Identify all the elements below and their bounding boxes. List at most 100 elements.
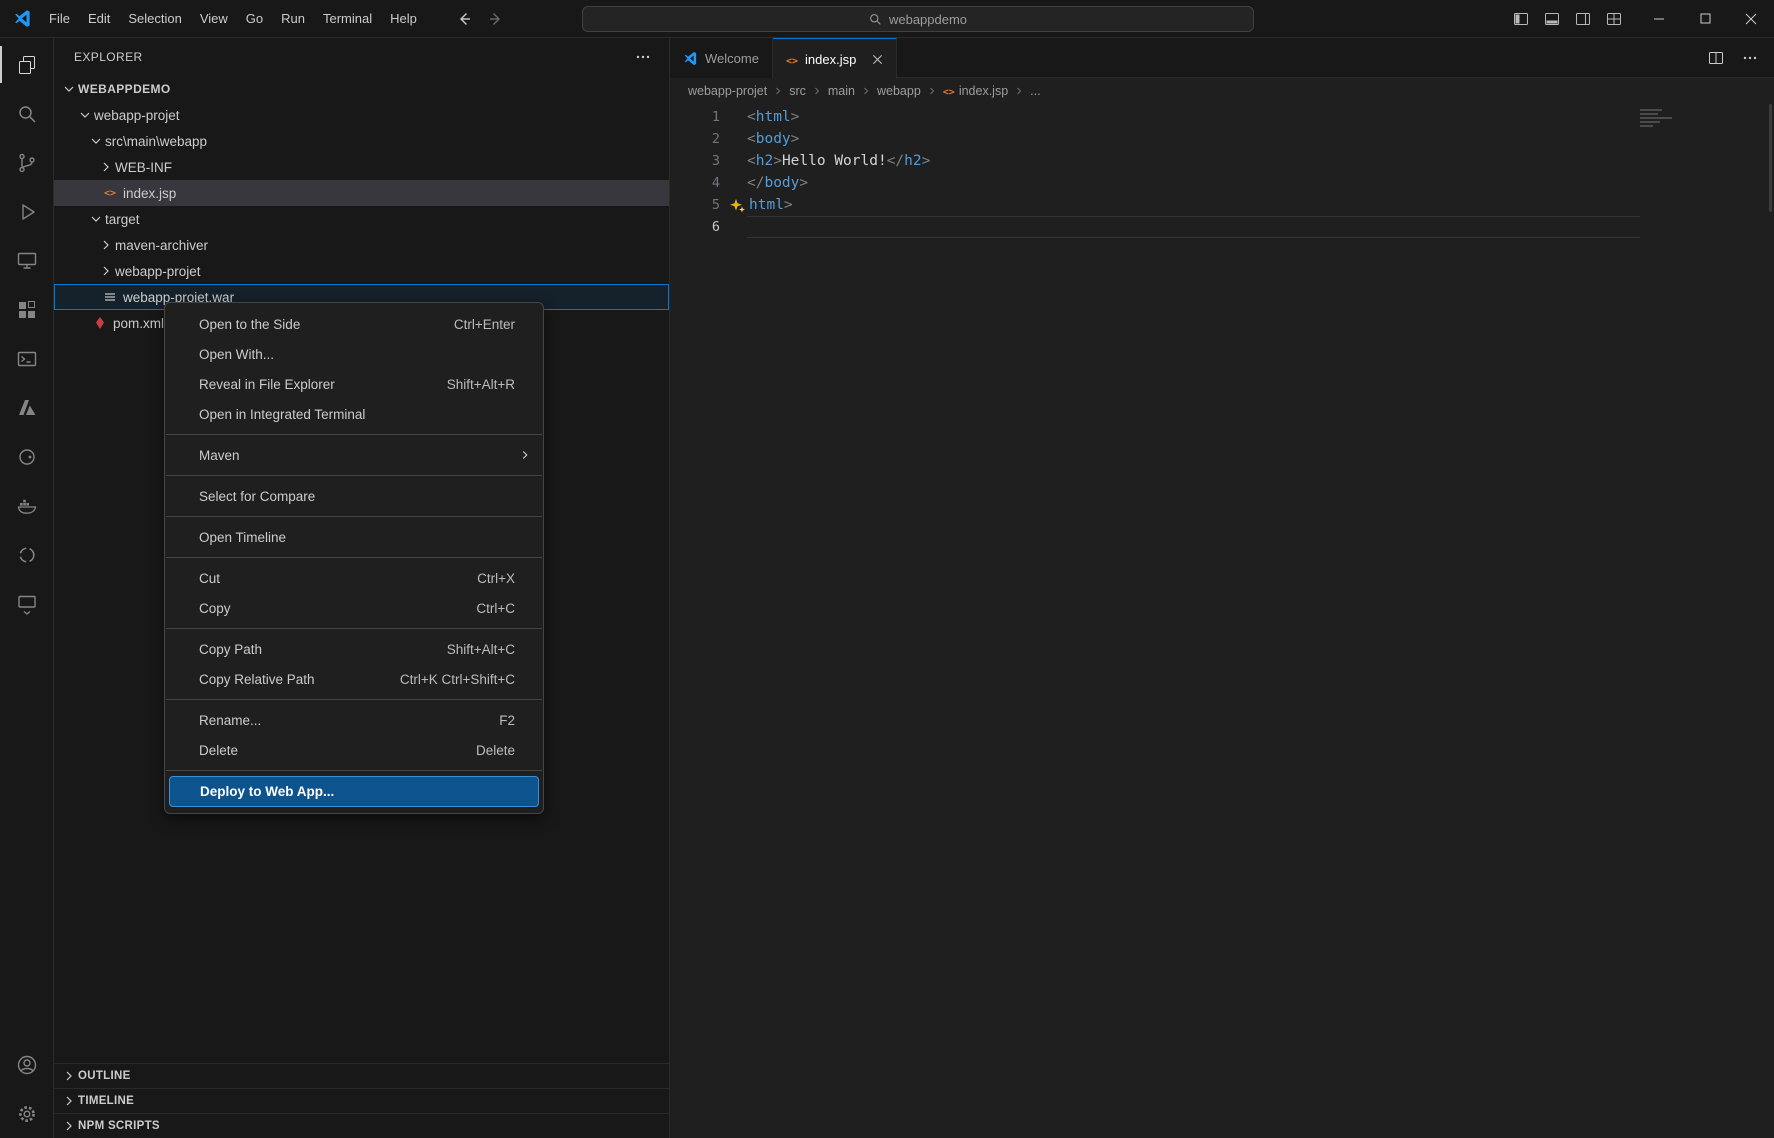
- menu-item-open-with[interactable]: Open With...: [165, 339, 543, 369]
- menu-view[interactable]: View: [191, 6, 237, 31]
- chevron-right-icon: [97, 263, 115, 279]
- tree-root-webappdemo[interactable]: WEBAPPDEMO: [54, 76, 669, 102]
- minimize-button[interactable]: [1636, 0, 1682, 38]
- docker-icon[interactable]: [0, 481, 54, 530]
- more-actions-icon[interactable]: [1742, 50, 1758, 66]
- menu-item-deploy-to-web-app[interactable]: Deploy to Web App...: [169, 776, 539, 807]
- accounts-icon[interactable]: [0, 1040, 54, 1089]
- minimap[interactable]: [1640, 109, 1672, 129]
- code-line-current[interactable]: 6: [670, 216, 1774, 238]
- search-view-icon[interactable]: [0, 89, 54, 138]
- menubar: File Edit Selection View Go Run Terminal…: [40, 6, 426, 31]
- copilot-sparkle-icon: [729, 197, 747, 214]
- tree-item-web-inf[interactable]: WEB-INF: [54, 154, 669, 180]
- close-button[interactable]: [1728, 0, 1774, 38]
- menu-item-copy[interactable]: Copy Ctrl+C: [165, 593, 543, 623]
- chevron-right-icon: [811, 85, 823, 97]
- breadcrumb-item[interactable]: ...: [1028, 84, 1042, 98]
- breadcrumb-item-file[interactable]: <> index.jsp: [941, 84, 1010, 98]
- menu-item-label: Copy: [199, 601, 231, 616]
- extensions-icon[interactable]: [0, 285, 54, 334]
- tab-welcome[interactable]: Welcome: [670, 38, 773, 78]
- menu-item-maven[interactable]: Maven: [165, 440, 543, 470]
- menu-terminal[interactable]: Terminal: [314, 6, 381, 31]
- menu-item-open-in-integrated-terminal[interactable]: Open in Integrated Terminal: [165, 399, 543, 429]
- forward-icon[interactable]: [488, 11, 504, 27]
- chevron-down-icon: [87, 211, 105, 227]
- menu-item-open-to-the-side[interactable]: Open to the Side Ctrl+Enter: [165, 309, 543, 339]
- code-line[interactable]: 2 <body>: [670, 128, 1774, 150]
- tree-item-label: WEB-INF: [115, 160, 172, 175]
- customize-layout-icon[interactable]: [1606, 11, 1622, 27]
- menu-item-delete[interactable]: Delete Delete: [165, 735, 543, 765]
- explorer-icon[interactable]: [0, 40, 54, 89]
- menu-item-shortcut: F2: [499, 713, 515, 728]
- chevron-down-icon: [60, 81, 78, 97]
- chevron-right-icon: [772, 85, 784, 97]
- menu-item-cut[interactable]: Cut Ctrl+X: [165, 563, 543, 593]
- tree-item-target[interactable]: target: [54, 206, 669, 232]
- code-line[interactable]: 3 <h2>Hello World!</h2>: [670, 150, 1774, 172]
- toggle-panel-icon[interactable]: [1544, 11, 1560, 27]
- menu-file[interactable]: File: [40, 6, 79, 31]
- section-label: TIMELINE: [78, 1095, 134, 1107]
- menu-item-reveal-in-file-explorer[interactable]: Reveal in File Explorer Shift+Alt+R: [165, 369, 543, 399]
- menu-item-shortcut: Shift+Alt+C: [447, 642, 515, 657]
- split-editor-icon[interactable]: [1708, 50, 1724, 66]
- menu-run[interactable]: Run: [272, 6, 314, 31]
- views-more-actions-icon[interactable]: [635, 49, 651, 65]
- menu-item-copy-path[interactable]: Copy Path Shift+Alt+C: [165, 634, 543, 664]
- terminal-panel-icon[interactable]: [0, 334, 54, 383]
- menu-edit[interactable]: Edit: [79, 6, 119, 31]
- code-line[interactable]: 5 html>: [670, 194, 1774, 216]
- menu-item-open-timeline[interactable]: Open Timeline: [165, 522, 543, 552]
- code-text: </body>: [747, 172, 808, 194]
- tree-item-index-jsp[interactable]: <> index.jsp: [54, 180, 669, 206]
- menu-item-label: Open With...: [199, 347, 274, 362]
- menu-item-copy-relative-path[interactable]: Copy Relative Path Ctrl+K Ctrl+Shift+C: [165, 664, 543, 694]
- menu-help[interactable]: Help: [381, 6, 426, 31]
- tree-item-label: src\main\webapp: [105, 134, 207, 149]
- tree-item-maven-archiver[interactable]: maven-archiver: [54, 232, 669, 258]
- toggle-primary-sidebar-icon[interactable]: [1513, 11, 1529, 27]
- menu-item-shortcut: Delete: [476, 743, 515, 758]
- back-icon[interactable]: [456, 11, 472, 27]
- tree-item-webapp-projet[interactable]: webapp-projet: [54, 102, 669, 128]
- breadcrumb-item[interactable]: webapp: [875, 84, 923, 98]
- menu-go[interactable]: Go: [237, 6, 272, 31]
- azure-icon[interactable]: [0, 383, 54, 432]
- code-editor[interactable]: 1 <html> 2 <body> 3 <h2>Hello World!</h2…: [670, 104, 1774, 1138]
- command-center-search[interactable]: webappdemo: [582, 6, 1254, 32]
- jsp-file-icon: <>: [786, 52, 798, 67]
- breadcrumb-item[interactable]: main: [826, 84, 857, 98]
- remote-explorer-icon[interactable]: [0, 236, 54, 285]
- gradle-icon[interactable]: [0, 432, 54, 481]
- menu-item-shortcut: Shift+Alt+R: [447, 377, 515, 392]
- tree-item-webapp-projet-folder[interactable]: webapp-projet: [54, 258, 669, 284]
- editor-scrollbar[interactable]: [1769, 104, 1772, 212]
- menu-selection[interactable]: Selection: [119, 6, 190, 31]
- tree-item-label: index.jsp: [123, 186, 176, 201]
- source-control-icon[interactable]: [0, 138, 54, 187]
- section-npm-scripts[interactable]: NPM SCRIPTS: [54, 1113, 669, 1138]
- run-and-debug-icon[interactable]: [0, 187, 54, 236]
- section-timeline[interactable]: TIMELINE: [54, 1088, 669, 1113]
- toggle-secondary-sidebar-icon[interactable]: [1575, 11, 1591, 27]
- breadcrumb-item[interactable]: src: [787, 84, 808, 98]
- menu-item-label: Select for Compare: [199, 489, 315, 504]
- tab-close-icon[interactable]: [872, 54, 883, 65]
- menu-item-select-for-compare[interactable]: Select for Compare: [165, 481, 543, 511]
- tree-item-src-main-webapp[interactable]: src\main\webapp: [54, 128, 669, 154]
- section-outline[interactable]: OUTLINE: [54, 1063, 669, 1088]
- maximize-button[interactable]: [1682, 0, 1728, 38]
- settings-gear-icon[interactable]: [0, 1089, 54, 1138]
- breadcrumb-item[interactable]: webapp-projet: [686, 84, 769, 98]
- tab-index-jsp[interactable]: <> index.jsp: [773, 38, 897, 79]
- menu-item-rename[interactable]: Rename... F2: [165, 705, 543, 735]
- remote-window-icon[interactable]: [0, 579, 54, 628]
- podman-icon[interactable]: [0, 530, 54, 579]
- menu-item-label: Rename...: [199, 713, 261, 728]
- menu-item-shortcut: Ctrl+Enter: [454, 317, 515, 332]
- code-line[interactable]: 4 </body>: [670, 172, 1774, 194]
- code-line[interactable]: 1 <html>: [670, 106, 1774, 128]
